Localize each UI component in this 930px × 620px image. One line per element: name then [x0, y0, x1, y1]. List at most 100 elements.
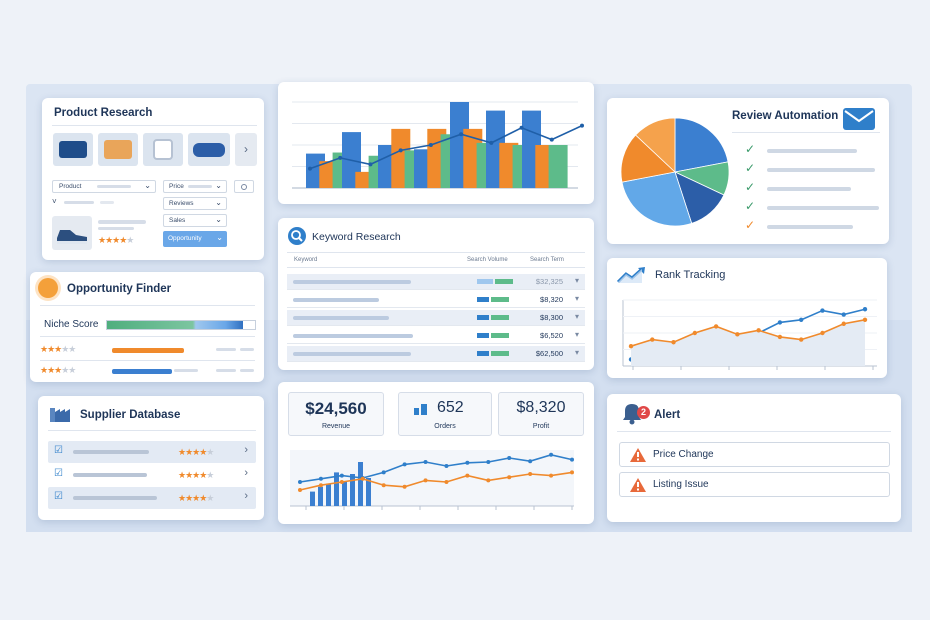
- alert-item-price-change[interactable]: Price Change: [619, 442, 890, 467]
- review-check-item[interactable]: ✓: [745, 161, 885, 175]
- keyword-research-title: Keyword Research: [312, 231, 401, 243]
- series-point: [402, 484, 407, 489]
- supplier-database-title: Supplier Database: [80, 409, 181, 421]
- supplier-rating-stars: ★★★★★: [178, 493, 214, 503]
- opportunity-row-1[interactable]: ★★★★★: [40, 344, 260, 356]
- keyword-row[interactable]: $32,325 ▾: [287, 274, 585, 290]
- series-point: [381, 470, 386, 475]
- product-filter-select[interactable]: Product ⌄: [52, 180, 156, 193]
- review-check-item[interactable]: ✓: [745, 199, 885, 213]
- next-products-button[interactable]: ›: [235, 133, 257, 166]
- reviews-filter-select[interactable]: Reviews ⌄: [163, 197, 227, 210]
- kpi-revenue-value: $24,560: [305, 399, 367, 418]
- keyword-value: $62,500: [535, 349, 563, 358]
- series-point: [692, 330, 698, 336]
- keyword-value: $8,300: [540, 313, 563, 322]
- supplier-row-3[interactable]: ☑ ★★★★★ ›: [48, 487, 256, 509]
- alert-item-listing-issue[interactable]: Listing Issue: [619, 472, 890, 497]
- search-icon: [288, 227, 306, 245]
- keyword-row[interactable]: $8,320 ▾: [287, 292, 585, 308]
- checkbox-checked-icon[interactable]: ☑: [54, 445, 63, 456]
- series-point: [549, 452, 554, 457]
- series-point: [820, 308, 825, 313]
- keyword-value: $6,520: [540, 331, 563, 340]
- series-point: [862, 317, 868, 322]
- product-item-shoe[interactable]: ★★★★★: [52, 216, 156, 252]
- kpi-profit[interactable]: $8,320 Profit: [498, 392, 584, 436]
- supplier-row-2[interactable]: ☑ ★★★★★ ›: [48, 464, 256, 486]
- kpi-revenue[interactable]: $24,560 Revenue: [288, 392, 384, 436]
- chevron-right-icon: ›: [244, 444, 248, 456]
- keyword-research-card: Keyword Research Keyword Search Volume S…: [278, 218, 594, 370]
- trend-point: [308, 166, 312, 171]
- trend-point: [368, 162, 373, 167]
- shoe-image: [52, 216, 92, 250]
- chevron-down-icon: ⌄: [215, 215, 222, 224]
- supplier-database-card: Supplier Database ☑ ★★★★★ › ☑ ★★★★★ › ☑ …: [38, 396, 264, 520]
- review-check-item[interactable]: ✓: [745, 218, 885, 232]
- row-rating-stars: ★★★★★: [40, 365, 76, 375]
- review-check-item[interactable]: ✓: [745, 142, 885, 156]
- kpi-orders[interactable]: 652 Orders: [398, 392, 492, 436]
- series-point: [650, 337, 655, 342]
- checkmark-icon: ✓: [745, 199, 756, 213]
- envelope-icon[interactable]: [843, 108, 875, 130]
- opportunity-row-2[interactable]: ★★★★★: [40, 365, 260, 377]
- keyword-row[interactable]: $62,500 ▾: [287, 346, 585, 362]
- trend-point: [549, 137, 554, 142]
- price-filter-select[interactable]: Price ⌄: [163, 180, 227, 193]
- product-research-card: Product Research › Product ⌄ Price ⌄ ˅ R…: [42, 98, 264, 260]
- column-keyword: Keyword: [294, 257, 318, 263]
- product-rating-stars: ★★★★★: [98, 235, 134, 245]
- chevron-down-icon: ⌄: [215, 198, 222, 207]
- settings-toggle[interactable]: [234, 180, 254, 193]
- bar: [318, 486, 323, 506]
- chevron-down-icon[interactable]: ▾: [575, 276, 579, 285]
- review-automation-card: Review Automation ✓ ✓ ✓ ✓ ✓: [607, 98, 889, 244]
- series-point: [360, 476, 365, 481]
- keyword-row[interactable]: $6,520 ▾: [287, 328, 585, 344]
- series-point: [756, 328, 761, 333]
- kpi-profit-value: $8,320: [516, 399, 566, 416]
- series-point: [820, 330, 825, 336]
- checkmark-icon: ✓: [745, 180, 756, 194]
- alert-item-label: Listing Issue: [653, 479, 709, 490]
- chevron-down-icon[interactable]: ▾: [575, 330, 579, 339]
- product-thumb-case[interactable]: [53, 133, 93, 166]
- chevron-down-icon[interactable]: ▾: [575, 312, 579, 321]
- sales-filter-select[interactable]: Sales ⌄: [163, 214, 227, 227]
- series-point: [671, 340, 676, 345]
- chevron-down-icon[interactable]: ▾: [575, 294, 579, 303]
- rank-tracking-title: Rank Tracking: [655, 269, 726, 281]
- alert-card: 2 Alert Price Change Listing Issue: [607, 394, 901, 522]
- chevron-down-icon[interactable]: ▾: [575, 348, 579, 357]
- series-point: [339, 480, 344, 484]
- product-thumb-box[interactable]: [98, 133, 138, 166]
- supplier-row-1[interactable]: ☑ ★★★★★ ›: [48, 441, 256, 463]
- series-point: [713, 324, 719, 329]
- series-point: [798, 337, 804, 342]
- series-point: [570, 457, 574, 462]
- keyword-row[interactable]: $8,300 ▾: [287, 310, 585, 326]
- series-point: [841, 321, 846, 326]
- factory-icon: [50, 408, 70, 422]
- opportunity-filter-button[interactable]: Opportunity ⌄: [163, 231, 227, 247]
- review-check-item[interactable]: ✓: [745, 180, 885, 194]
- checkmark-icon: ✓: [745, 218, 756, 232]
- rank-tracking-card: Rank Tracking: [607, 258, 887, 378]
- checkbox-checked-icon[interactable]: ☑: [54, 491, 63, 502]
- series-area: [631, 319, 865, 366]
- keyword-value: $32,325: [535, 277, 563, 286]
- series-point: [423, 478, 428, 483]
- series-point: [444, 464, 449, 468]
- revenue-card: $24,560 Revenue 652 Orders $8,320 Profit: [278, 382, 594, 524]
- product-thumb-pad[interactable]: [188, 133, 230, 166]
- series-point: [423, 460, 428, 464]
- chevron-down-icon: ⌄: [216, 233, 223, 242]
- checkbox-checked-icon[interactable]: ☑: [54, 468, 63, 479]
- product-thumb-device[interactable]: [143, 133, 183, 166]
- device-icon: [153, 139, 173, 160]
- checkmark-icon: ✓: [745, 142, 756, 156]
- review-automation-title: Review Automation: [732, 110, 839, 122]
- trend-up-icon: [617, 267, 645, 284]
